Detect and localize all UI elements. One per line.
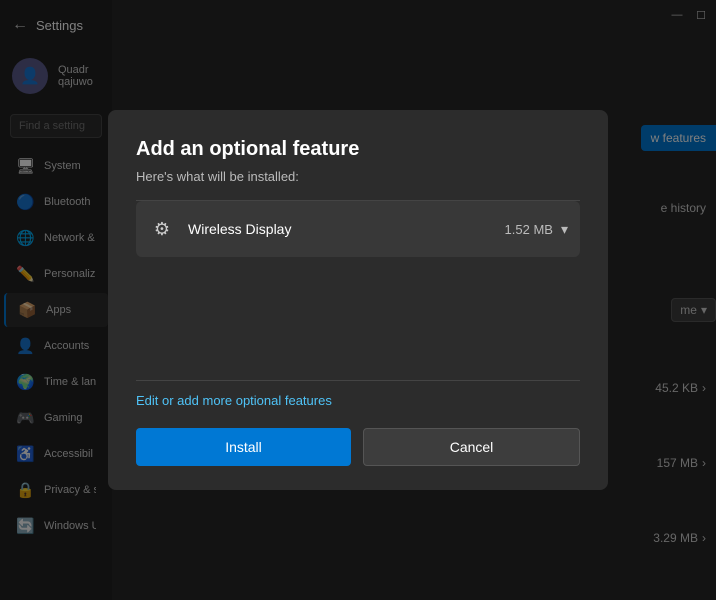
gear-icon: ⚙ (154, 219, 170, 240)
feature-size: 1.52 MB (505, 222, 553, 237)
feature-name: Wireless Display (188, 221, 505, 237)
dialog-overlay: Add an optional feature Here's what will… (0, 0, 716, 600)
dialog-actions: Install Cancel (136, 428, 580, 466)
cancel-button[interactable]: Cancel (363, 428, 580, 466)
install-button[interactable]: Install (136, 428, 351, 466)
feature-list-item[interactable]: ⚙ Wireless Display 1.52 MB ▾ (136, 201, 580, 257)
bottom-divider (136, 380, 580, 381)
edit-features-link[interactable]: Edit or add more optional features (136, 393, 580, 408)
add-feature-dialog: Add an optional feature Here's what will… (108, 110, 608, 490)
dialog-title: Add an optional feature (136, 138, 580, 161)
feature-icon: ⚙ (148, 215, 176, 243)
dialog-subtitle: Here's what will be installed: (136, 169, 580, 184)
chevron-down-icon: ▾ (561, 221, 568, 238)
dialog-spacer (136, 269, 580, 380)
